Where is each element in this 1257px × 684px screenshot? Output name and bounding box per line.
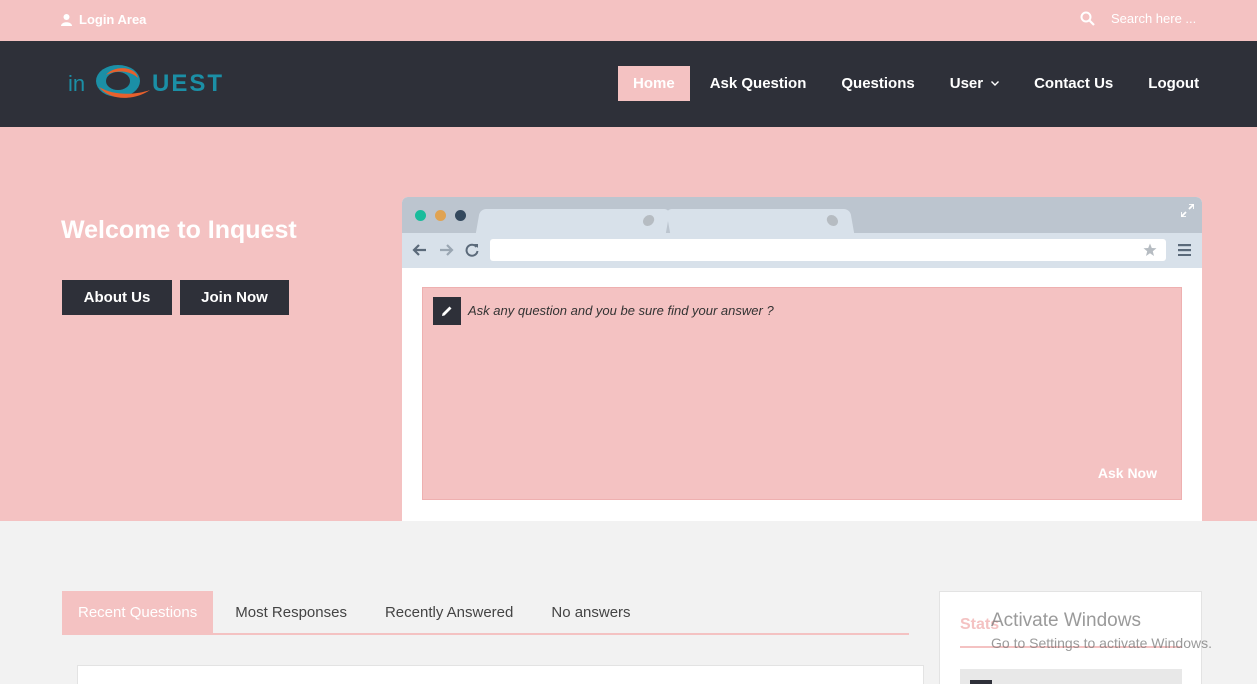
question-tabs: Recent Questions Most Responses Recently… [62,591,909,635]
browser-mockup: Ask any question and you be sure find yo… [402,197,1202,521]
menu-icon[interactable] [1178,244,1191,256]
nav-user-label: User [949,75,984,92]
logo-text-uest: UEST [152,70,224,97]
browser-tab [665,209,855,233]
activate-windows-title: Activate Windows [991,610,1141,631]
about-us-button[interactable]: About Us [62,280,172,315]
tab-no-answers[interactable]: No answers [535,591,646,633]
nav-contact-us[interactable]: Contact Us [1019,66,1128,101]
tab-most-responses[interactable]: Most Responses [219,591,363,633]
question-prompt: Ask any question and you be sure find yo… [468,303,774,318]
nav-home[interactable]: Home [618,66,690,101]
window-dot-green [415,210,426,221]
nav-home-label: Home [633,75,675,92]
tab-recent-questions[interactable]: Recent Questions [62,591,214,633]
join-now-button[interactable]: Join Now [180,280,289,315]
activate-windows-subtitle: Go to Settings to activate Windows. [991,635,1212,651]
search-input[interactable] [1111,11,1211,26]
stats-icon [970,680,992,684]
expand-icon[interactable] [1181,204,1194,217]
reload-icon[interactable] [465,243,479,257]
back-arrow-icon[interactable] [412,243,427,257]
search-box [1080,11,1211,26]
questions-list [77,665,924,684]
user-icon [61,13,72,26]
login-area-label: Login Area [79,12,147,27]
nav-questions-label: Questions [841,75,915,92]
ask-question-box[interactable]: Ask any question and you be sure find yo… [422,287,1182,500]
pencil-icon [433,297,461,325]
login-area-link[interactable]: Login Area [61,12,146,27]
ask-now-link[interactable]: Ask Now [1098,465,1157,481]
inquest-logo[interactable]: in UEST [66,60,238,102]
top-bar: Login Area [0,0,1257,41]
search-icon[interactable] [1080,11,1095,26]
logo-text-in: in [68,71,85,96]
stats-row [960,669,1182,684]
star-icon[interactable] [1143,243,1157,257]
nav-user[interactable]: User [935,66,1014,101]
nav-ask-question[interactable]: Ask Question [695,66,822,101]
window-dot-orange [435,210,446,221]
nav-contact-us-label: Contact Us [1034,75,1114,92]
welcome-heading: Welcome to Inquest [61,216,297,244]
chevron-down-icon [991,81,1000,86]
nav-logout-label: Logout [1148,75,1200,92]
nav-logout[interactable]: Logout [1133,66,1214,101]
nav-questions[interactable]: Questions [826,66,929,101]
window-dot-navy [455,210,466,221]
tab-recently-answered[interactable]: Recently Answered [369,591,529,633]
browser-tab [475,209,671,233]
main-nav: Home Ask Question Questions User Contact… [618,66,1219,101]
forward-arrow-icon[interactable] [439,243,454,257]
url-bar[interactable] [490,239,1166,261]
nav-ask-question-label: Ask Question [709,75,807,92]
